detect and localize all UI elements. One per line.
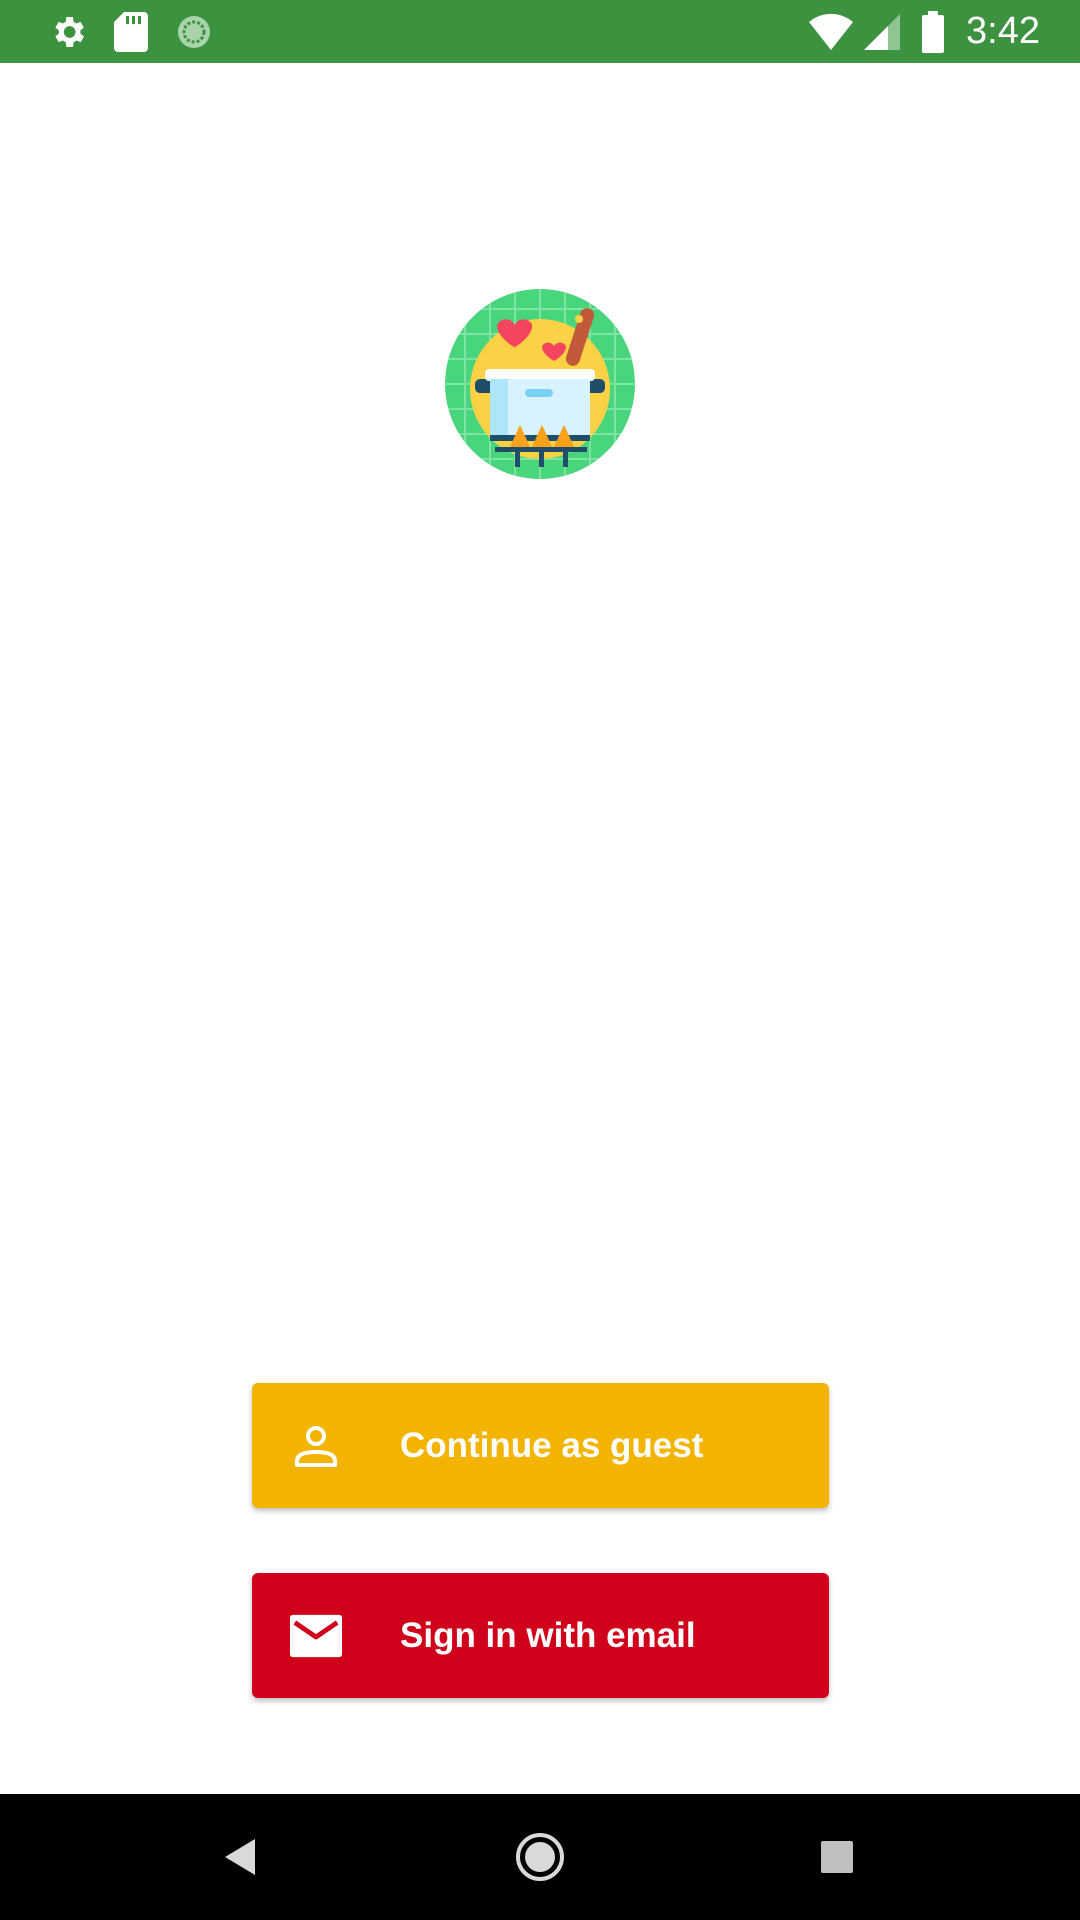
cooking-pot-icon [445,289,635,479]
gear-icon [48,0,88,63]
home-icon[interactable] [495,1794,585,1920]
mail-icon [290,1610,342,1662]
wifi-icon [808,0,854,63]
continue-as-guest-button[interactable]: Continue as guest [252,1383,829,1508]
person-icon [290,1420,342,1472]
recents-icon[interactable] [792,1794,882,1920]
sync-icon [176,0,212,63]
sd-card-icon [114,0,148,63]
continue-as-guest-label: Continue as guest [400,1426,704,1465]
sign-in-with-email-label: Sign in with email [400,1616,696,1655]
status-bar: 3:42 [0,0,1080,63]
clock: 3:42 [966,10,1040,52]
signal-icon [862,0,902,63]
navigation-bar [0,1794,1080,1920]
sign-in-with-email-button[interactable]: Sign in with email [252,1573,829,1698]
back-icon[interactable] [196,1794,286,1920]
battery-icon [920,0,946,63]
